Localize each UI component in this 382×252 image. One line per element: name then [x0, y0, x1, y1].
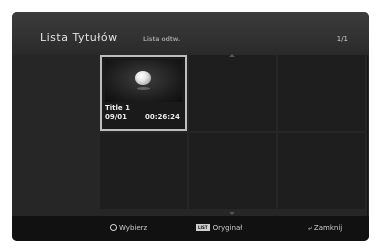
title-grid: Title 1 09/01 00:26:24: [100, 55, 367, 216]
title-thumbnail: [105, 60, 182, 102]
return-icon: ⤶: [308, 224, 312, 232]
footer-bar: Wybierz LIST Oryginał ⤶ Zamknij: [12, 216, 369, 241]
select-hint[interactable]: Wybierz: [110, 223, 148, 232]
right-column: [368, 55, 369, 216]
title-name: Title 1: [105, 104, 130, 112]
select-circle-icon: [110, 223, 117, 231]
empty-slot: [100, 133, 187, 209]
scroll-down-icon: [229, 212, 235, 215]
list-hint[interactable]: LIST Oryginał: [196, 223, 243, 232]
select-label: Wybierz: [119, 224, 148, 232]
title-item[interactable]: Title 1 09/01 00:26:24: [100, 55, 187, 131]
ball-icon: [135, 71, 151, 85]
left-column: [12, 55, 100, 216]
ball-shadow: [137, 87, 150, 90]
close-hint[interactable]: ⤶ Zamknij: [308, 224, 342, 233]
playlist-subtitle: Lista odtw.: [143, 36, 181, 43]
header-bar: Lista Tytułów Lista odtw. 1/1: [12, 12, 369, 55]
list-label: Oryginał: [212, 224, 243, 232]
empty-slot: [189, 133, 276, 209]
empty-slot: [278, 133, 365, 209]
title-chapter: 09/01: [105, 113, 128, 121]
empty-slot: [278, 55, 365, 131]
empty-slot: [189, 55, 276, 131]
close-label: Zamknij: [313, 224, 343, 232]
title-duration: 00:26:24: [145, 113, 180, 121]
title-list-panel: Lista Tytułów Lista odtw. 1/1 Title 1 09…: [12, 12, 369, 241]
scroll-up-icon: [229, 54, 235, 57]
page-title: Lista Tytułów: [40, 31, 118, 44]
list-button-icon: LIST: [196, 223, 210, 231]
screen: Lista Tytułów Lista odtw. 1/1 Title 1 09…: [0, 0, 382, 252]
page-indicator: 1/1: [336, 35, 348, 43]
